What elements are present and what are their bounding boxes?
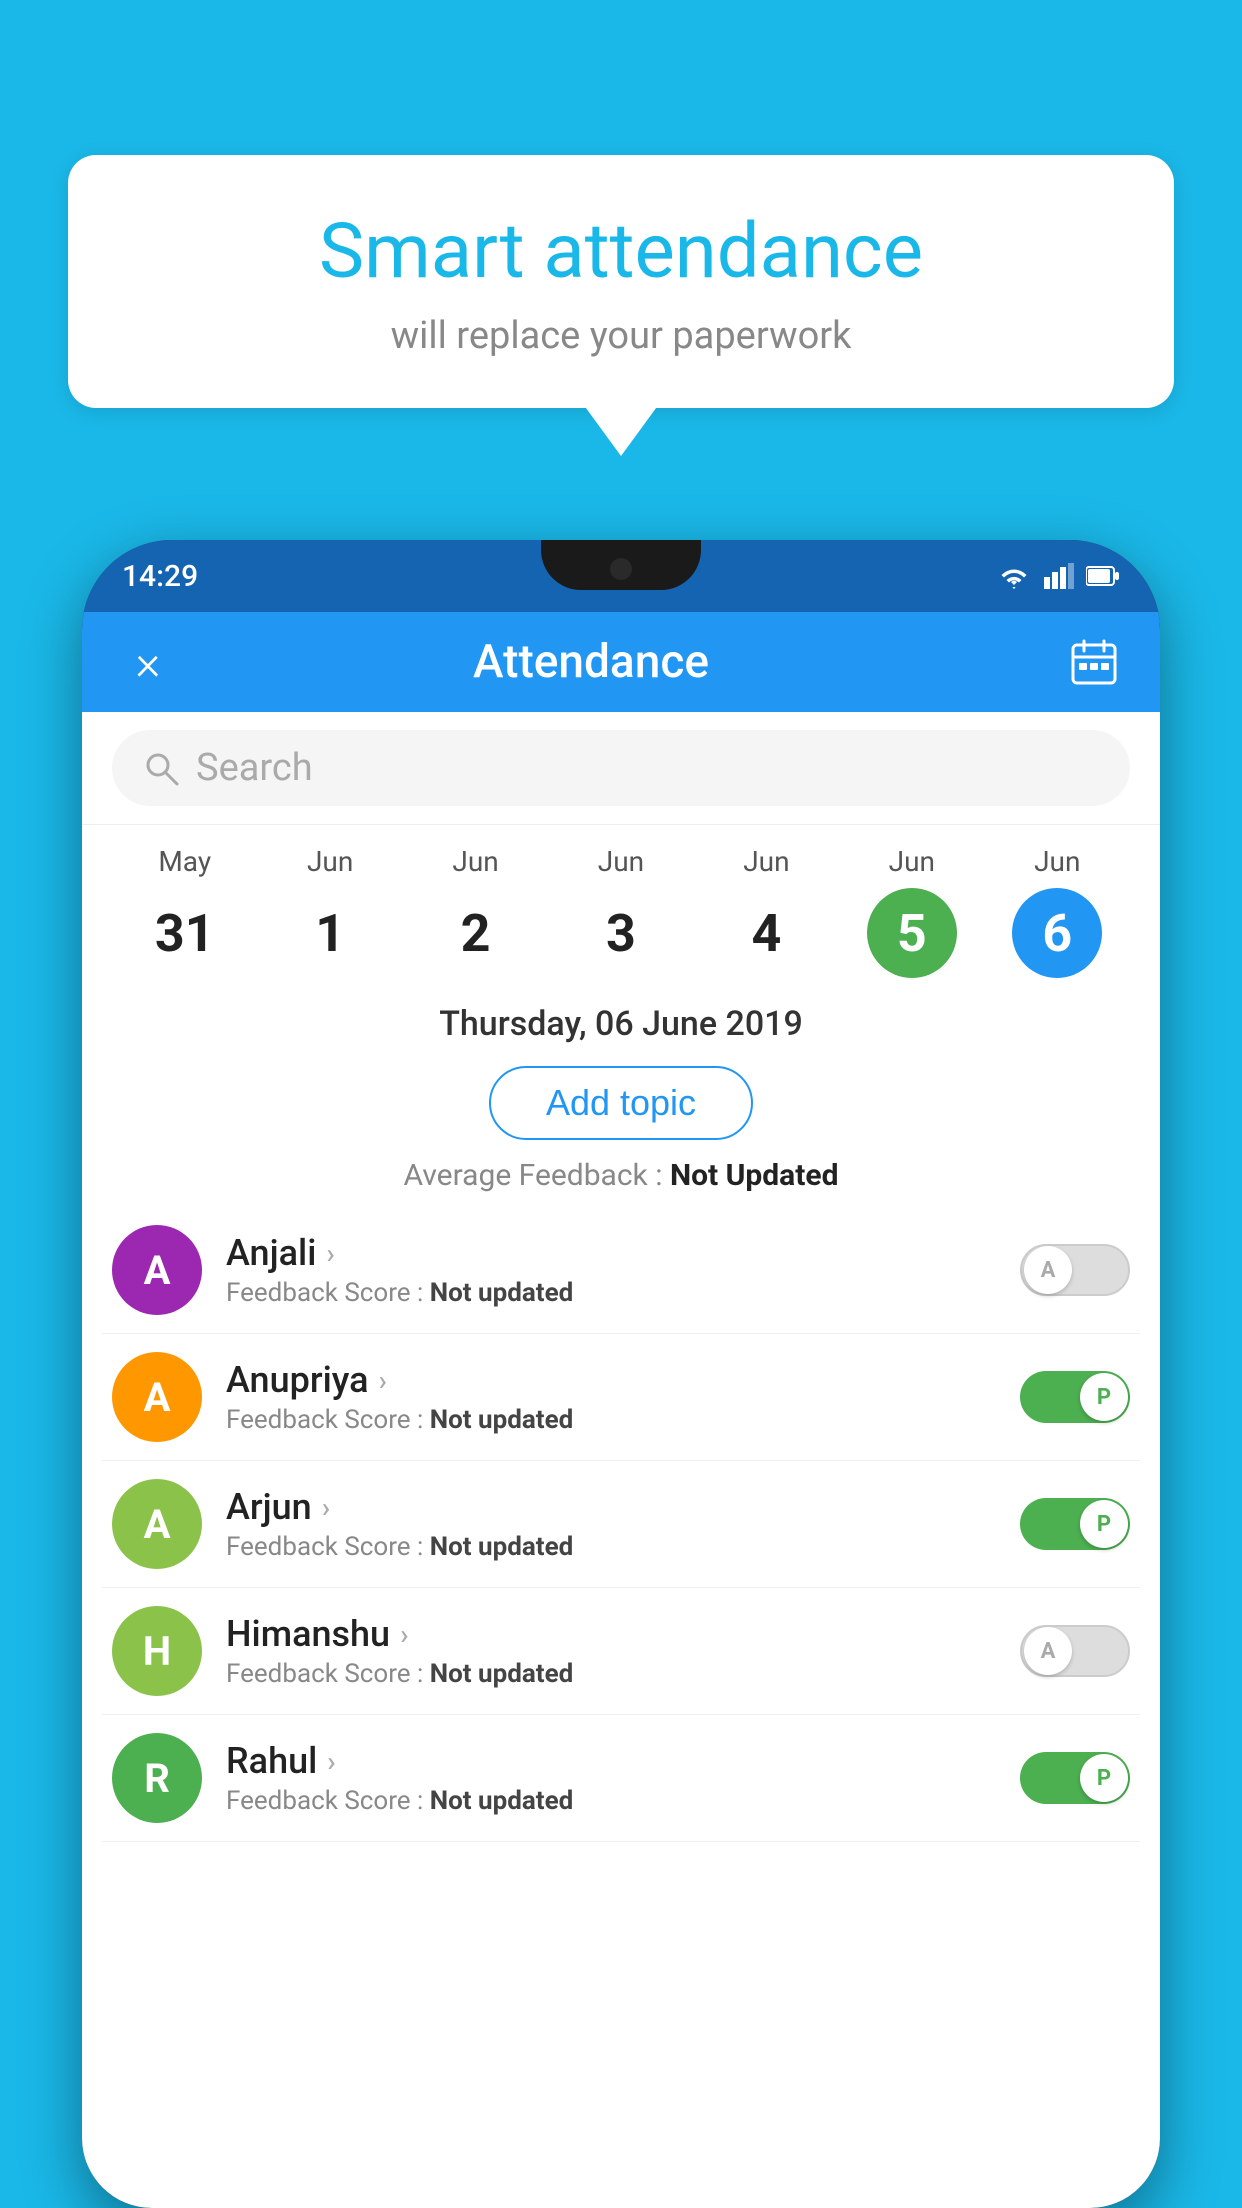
- student-row[interactable]: A Anupriya› Feedback Score : Not updated P: [102, 1334, 1140, 1461]
- student-name: Rahul›: [226, 1740, 996, 1782]
- calendar-month: Jun: [743, 845, 789, 878]
- calendar-number[interactable]: 6: [1012, 888, 1102, 978]
- avatar: A: [112, 1352, 202, 1442]
- feedback-score: Feedback Score : Not updated: [226, 1405, 996, 1435]
- student-row[interactable]: H Himanshu› Feedback Score : Not updated A: [102, 1588, 1140, 1715]
- calendar-number[interactable]: 31: [140, 888, 230, 978]
- toggle-knob: P: [1080, 1500, 1128, 1548]
- search-input-wrap[interactable]: Search: [112, 730, 1130, 806]
- feedback-score: Feedback Score : Not updated: [226, 1532, 996, 1562]
- calendar-month: Jun: [1034, 845, 1080, 878]
- calendar-number[interactable]: 3: [576, 888, 666, 978]
- calendar-number[interactable]: 1: [285, 888, 375, 978]
- search-input[interactable]: Search: [196, 746, 313, 790]
- calendar-month: Jun: [452, 845, 498, 878]
- toggle-switch[interactable]: P: [1020, 1371, 1130, 1423]
- calendar-month: Jun: [307, 845, 353, 878]
- calendar-day[interactable]: Jun 5: [839, 845, 984, 978]
- phone-notch: [541, 540, 701, 590]
- calendar-day[interactable]: Jun 4: [694, 845, 839, 978]
- signal-icon: [1044, 563, 1074, 589]
- add-topic-button[interactable]: Add topic: [489, 1066, 753, 1140]
- feedback-score: Feedback Score : Not updated: [226, 1659, 996, 1689]
- student-info: Himanshu› Feedback Score : Not updated: [226, 1613, 996, 1689]
- calendar-month: Jun: [598, 845, 644, 878]
- toggle-switch[interactable]: P: [1020, 1498, 1130, 1550]
- avatar: A: [112, 1225, 202, 1315]
- avatar: R: [112, 1733, 202, 1823]
- feedback-score: Feedback Score : Not updated: [226, 1786, 996, 1816]
- student-info: Anjali› Feedback Score : Not updated: [226, 1232, 996, 1308]
- chevron-right-icon: ›: [400, 1618, 408, 1651]
- battery-icon: [1086, 565, 1120, 587]
- phone-frame: 14:29 × Attendance: [82, 540, 1160, 2208]
- student-info: Anupriya› Feedback Score : Not updated: [226, 1359, 996, 1435]
- calendar-strip: May 31 Jun 1 Jun 2 Jun 3 Jun 4 Jun 5 Jun 6: [82, 825, 1160, 988]
- search-icon: [142, 749, 180, 787]
- toggle-knob: P: [1080, 1754, 1128, 1802]
- student-name: Himanshu›: [226, 1613, 996, 1655]
- bubble-title: Smart attendance: [128, 210, 1114, 294]
- close-button[interactable]: ×: [118, 634, 178, 691]
- student-list: AAnjali›Feedback Score : Not updatedAAAn…: [82, 1207, 1160, 1842]
- chevron-right-icon: ›: [322, 1491, 330, 1524]
- calendar-number[interactable]: 5: [867, 888, 957, 978]
- calendar-day[interactable]: Jun 3: [548, 845, 693, 978]
- student-row[interactable]: A Arjun› Feedback Score : Not updated P: [102, 1461, 1140, 1588]
- feedback-average: Average Feedback : Not Updated: [82, 1158, 1160, 1207]
- speech-bubble: Smart attendance will replace your paper…: [68, 155, 1174, 408]
- phone-screen: Search May 31 Jun 1 Jun 2 Jun 3 Jun 4 Jun 5 Jun 6 Thu…: [82, 712, 1160, 2208]
- calendar-day[interactable]: Jun 2: [403, 845, 548, 978]
- app-bar: × Attendance: [82, 612, 1160, 712]
- calendar-day[interactable]: Jun 1: [257, 845, 402, 978]
- attendance-toggle[interactable]: P: [1020, 1752, 1130, 1804]
- selected-date: Thursday, 06 June 2019: [82, 988, 1160, 1056]
- camera-dot: [610, 558, 632, 580]
- toggle-knob: A: [1024, 1246, 1072, 1294]
- avatar: H: [112, 1606, 202, 1696]
- student-info: Arjun› Feedback Score : Not updated: [226, 1486, 996, 1562]
- chevron-right-icon: ›: [326, 1237, 334, 1270]
- calendar-number[interactable]: 4: [721, 888, 811, 978]
- calendar-icon[interactable]: [1064, 637, 1124, 687]
- toggle-knob: A: [1024, 1627, 1072, 1675]
- student-name: Anjali›: [226, 1232, 996, 1274]
- app-bar-title: Attendance: [178, 635, 1004, 689]
- calendar-number[interactable]: 2: [431, 888, 521, 978]
- student-row[interactable]: A Anjali› Feedback Score : Not updated A: [102, 1207, 1140, 1334]
- toggle-switch[interactable]: P: [1020, 1752, 1130, 1804]
- status-icons: [996, 563, 1120, 589]
- bubble-subtitle: will replace your paperwork: [128, 314, 1114, 358]
- student-row[interactable]: R Rahul› Feedback Score : Not updated P: [102, 1715, 1140, 1842]
- calendar-month: Jun: [889, 845, 935, 878]
- attendance-toggle[interactable]: A: [1020, 1625, 1130, 1677]
- toggle-switch[interactable]: A: [1020, 1244, 1130, 1296]
- student-info: Rahul› Feedback Score : Not updated: [226, 1740, 996, 1816]
- student-name: Anupriya›: [226, 1359, 996, 1401]
- calendar-day[interactable]: Jun 6: [985, 845, 1130, 978]
- attendance-toggle[interactable]: P: [1020, 1498, 1130, 1550]
- status-time: 14:29: [122, 559, 198, 594]
- search-bar: Search: [82, 712, 1160, 825]
- toggle-knob: P: [1080, 1373, 1128, 1421]
- chevron-right-icon: ›: [327, 1745, 335, 1778]
- calendar-day[interactable]: May 31: [112, 845, 257, 978]
- calendar-month: May: [158, 845, 211, 878]
- student-name: Arjun›: [226, 1486, 996, 1528]
- wifi-icon: [996, 563, 1032, 589]
- attendance-toggle[interactable]: P: [1020, 1371, 1130, 1423]
- toggle-switch[interactable]: A: [1020, 1625, 1130, 1677]
- attendance-toggle[interactable]: A: [1020, 1244, 1130, 1296]
- avatar: A: [112, 1479, 202, 1569]
- chevron-right-icon: ›: [379, 1364, 387, 1397]
- feedback-score: Feedback Score : Not updated: [226, 1278, 996, 1308]
